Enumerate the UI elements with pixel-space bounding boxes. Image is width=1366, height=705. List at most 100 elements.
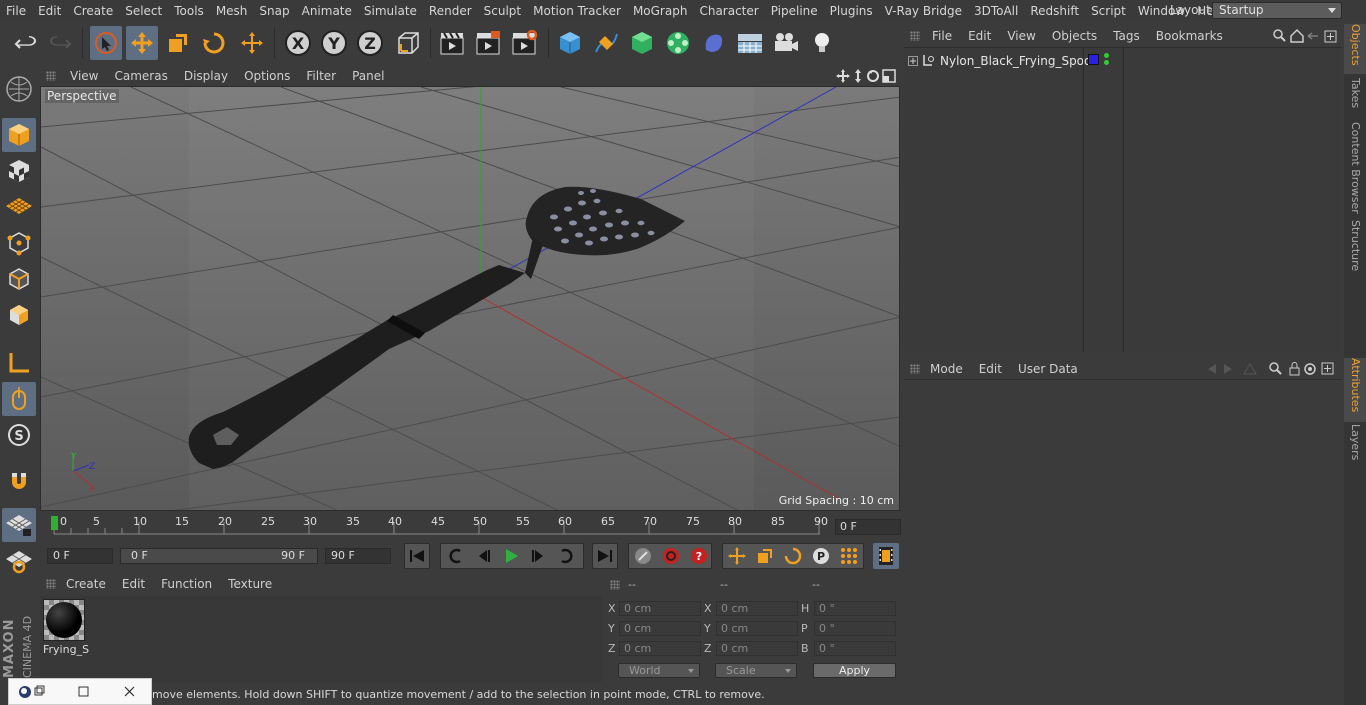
- start-frame-field[interactable]: 0 F: [47, 548, 113, 564]
- workplane-lock-button[interactable]: [2, 508, 36, 542]
- arrow-back-icon[interactable]: [1307, 32, 1318, 40]
- material-menu-function[interactable]: Function: [153, 577, 220, 591]
- current-frame-field[interactable]: 0 F: [835, 519, 901, 535]
- transform-tool-button[interactable]: [236, 26, 268, 60]
- grip-icon[interactable]: [910, 31, 920, 41]
- viewport-menu-options[interactable]: Options: [236, 69, 298, 83]
- move-tool-button[interactable]: [126, 26, 158, 60]
- lock-icon[interactable]: [1289, 362, 1300, 376]
- menu-script[interactable]: Script: [1085, 0, 1132, 22]
- x-axis-lock-button[interactable]: X: [282, 26, 314, 60]
- menu-tools[interactable]: Tools: [168, 0, 210, 22]
- timeline-window-button[interactable]: [873, 543, 899, 569]
- add-environment-button[interactable]: [734, 26, 766, 60]
- snap-button[interactable]: [2, 464, 36, 498]
- viewport-menu-display[interactable]: Display: [176, 69, 236, 83]
- material-menu-texture[interactable]: Texture: [220, 577, 280, 591]
- size-mode-select[interactable]: Scale: [715, 663, 797, 678]
- key-parameter-button[interactable]: P: [808, 543, 834, 569]
- tab-layers[interactable]: Layers: [1344, 424, 1366, 468]
- tab-takes[interactable]: Takes: [1344, 78, 1366, 118]
- menu-motion-tracker[interactable]: Motion Tracker: [527, 0, 627, 22]
- playhead[interactable]: [51, 516, 58, 530]
- search-icon[interactable]: [1273, 29, 1286, 42]
- apply-button[interactable]: Apply: [813, 663, 896, 678]
- key-rotation-button[interactable]: [780, 543, 806, 569]
- solo-button[interactable]: S: [2, 418, 36, 452]
- workplane-mode-button[interactable]: [2, 190, 36, 224]
- next-key-button[interactable]: [554, 543, 580, 569]
- render-to-picture-viewer-button[interactable]: [472, 26, 504, 60]
- target-icon[interactable]: [1304, 363, 1316, 375]
- new-window-icon[interactable]: [1321, 362, 1334, 375]
- add-generator-button[interactable]: [626, 26, 658, 60]
- frame-range-slider[interactable]: 0 F 90 F: [120, 548, 318, 564]
- menu-simulate[interactable]: Simulate: [358, 0, 423, 22]
- pos-z-field[interactable]: 0 cm: [619, 641, 701, 656]
- live-selection-button[interactable]: [90, 26, 122, 60]
- 3d-viewport[interactable]: Y Z X Perspective Grid Spacing : 10 cm: [40, 86, 900, 511]
- render-view-button[interactable]: [436, 26, 468, 60]
- objects-menu-file[interactable]: File: [924, 29, 960, 43]
- autokeying-button[interactable]: [658, 543, 684, 569]
- material-menu-edit[interactable]: Edit: [114, 577, 153, 591]
- size-y-field[interactable]: 0 cm: [716, 621, 798, 636]
- menu-file[interactable]: File: [0, 0, 32, 22]
- menu-select[interactable]: Select: [119, 0, 168, 22]
- key-scale-button[interactable]: [752, 543, 778, 569]
- undo-button[interactable]: [10, 26, 42, 60]
- menu-3dtoall[interactable]: 3DToAll: [968, 0, 1024, 22]
- menu-sculpt[interactable]: Sculpt: [478, 0, 527, 22]
- texture-mode-button[interactable]: [2, 154, 36, 188]
- add-spline-button[interactable]: [590, 26, 622, 60]
- visibility-dots-icon[interactable]: [1104, 53, 1110, 67]
- model-mode-button[interactable]: [2, 118, 36, 152]
- grip-icon[interactable]: [46, 579, 56, 589]
- pos-x-field[interactable]: 0 cm: [619, 601, 701, 616]
- keyframe-selection-button[interactable]: ?: [686, 543, 712, 569]
- next-frame-button[interactable]: [526, 543, 552, 569]
- tab-objects[interactable]: Objects: [1344, 24, 1366, 74]
- coordinate-space-select[interactable]: World: [618, 663, 700, 678]
- material-thumbnail[interactable]: Frying_S: [42, 598, 89, 656]
- menu-render[interactable]: Render: [423, 0, 478, 22]
- redo-button[interactable]: [44, 26, 76, 60]
- maximize-icon[interactable]: [78, 686, 89, 697]
- menu-create[interactable]: Create: [67, 0, 119, 22]
- menu-edit[interactable]: Edit: [32, 0, 67, 22]
- points-mode-button[interactable]: [2, 226, 36, 260]
- pos-y-field[interactable]: 0 cm: [619, 621, 701, 636]
- zoom-view-icon[interactable]: [855, 69, 861, 83]
- home-icon[interactable]: [1290, 28, 1304, 43]
- layout-select[interactable]: Startup: [1212, 2, 1342, 19]
- timeline-ruler[interactable]: 0 5 10 15 20 25 30 35 40 45 50 55 60 65 …: [40, 512, 900, 542]
- tab-content-browser[interactable]: Content Browser: [1344, 122, 1366, 214]
- previous-frame-button[interactable]: [470, 543, 496, 569]
- tab-attributes[interactable]: Attributes: [1344, 358, 1366, 422]
- rotate-tool-button[interactable]: [198, 26, 230, 60]
- viewport-menu-view[interactable]: View: [62, 69, 106, 83]
- object-row[interactable]: Nylon_Black_Frying_Spoon: [908, 52, 1099, 70]
- objects-menu-bookmarks[interactable]: Bookmarks: [1148, 29, 1231, 43]
- menu-character[interactable]: Character: [693, 0, 764, 22]
- attributes-menu-user-data[interactable]: User Data: [1010, 362, 1086, 376]
- tab-structure[interactable]: Structure: [1344, 220, 1366, 276]
- end-frame-field[interactable]: 90 F: [325, 548, 391, 564]
- rotate-view-icon[interactable]: [867, 70, 879, 82]
- menu-mesh[interactable]: Mesh: [210, 0, 254, 22]
- add-cube-button[interactable]: [554, 26, 586, 60]
- enable-axis-button[interactable]: [2, 346, 36, 380]
- minimized-window[interactable]: [8, 678, 152, 705]
- rot-b-field[interactable]: 0 °: [814, 641, 896, 656]
- rot-p-field[interactable]: 0 °: [814, 621, 896, 636]
- grip-icon[interactable]: [46, 71, 56, 81]
- record-keys-button[interactable]: [630, 543, 656, 569]
- menu-plugins[interactable]: Plugins: [824, 0, 879, 22]
- size-z-field[interactable]: 0 cm: [716, 641, 798, 656]
- size-x-field[interactable]: 0 cm: [716, 601, 798, 616]
- new-window-icon[interactable]: [1324, 30, 1337, 43]
- grip-icon[interactable]: [610, 580, 620, 590]
- key-position-button[interactable]: [724, 543, 750, 569]
- goto-end-button[interactable]: [592, 543, 618, 569]
- search-icon[interactable]: [1269, 362, 1282, 375]
